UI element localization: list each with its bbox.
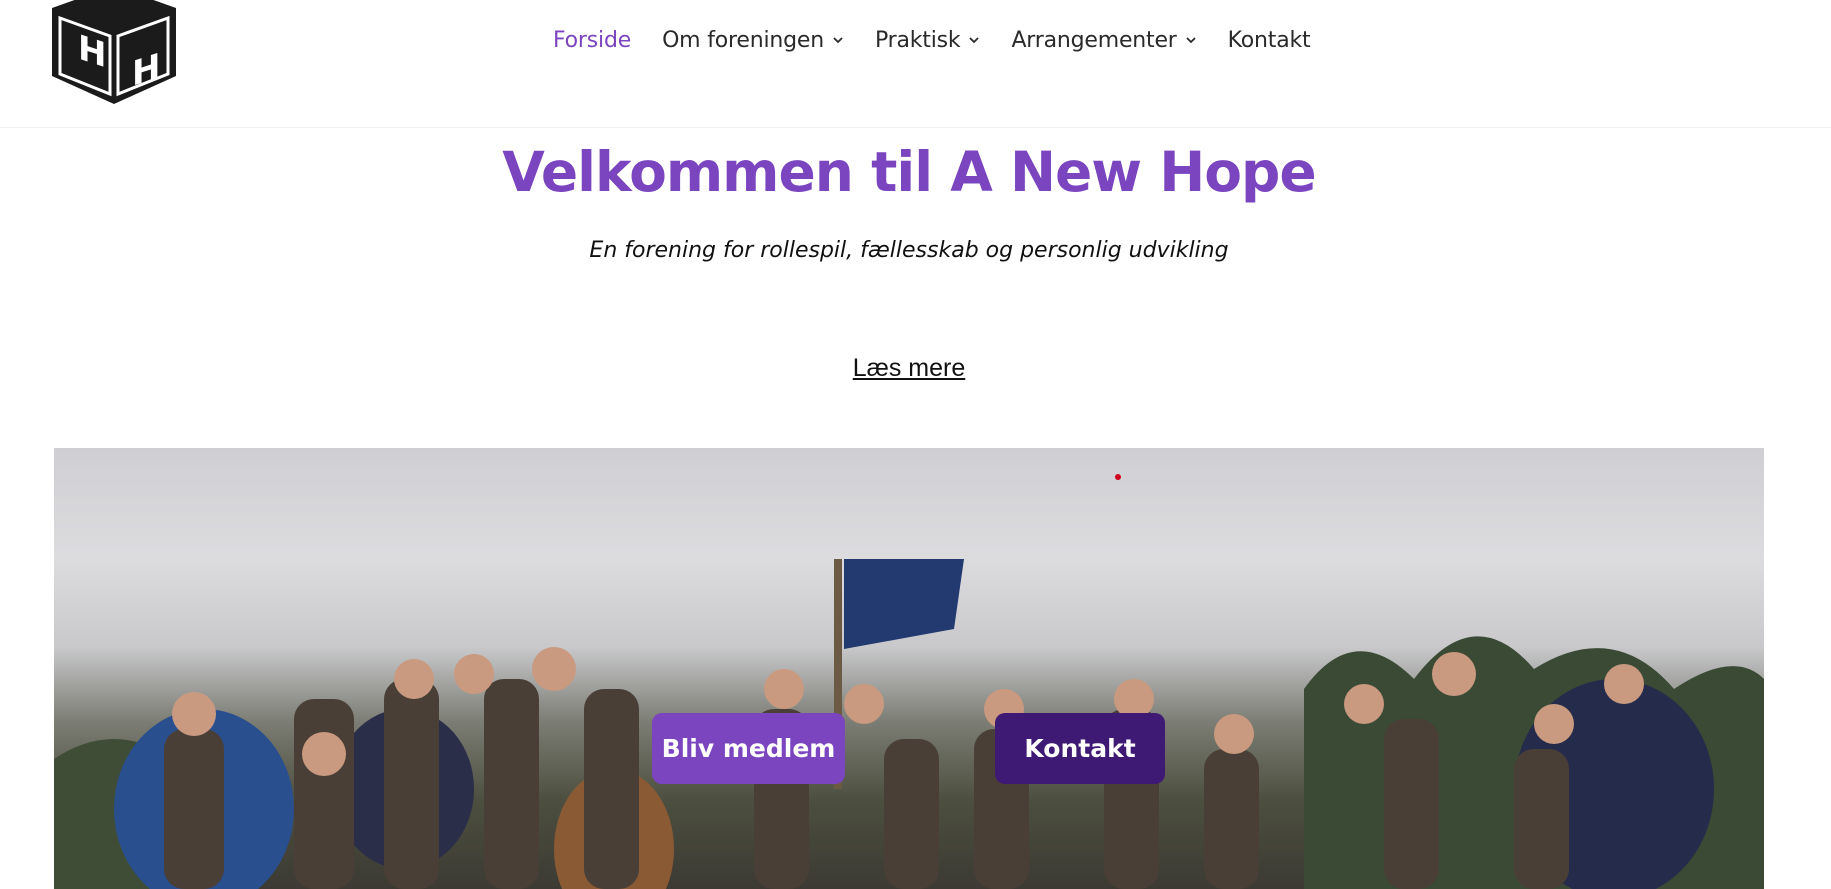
main-nav: Forside Om foreningen Praktisk Arrangeme… bbox=[553, 22, 1311, 58]
page-subtitle: En forening for rollespil, fællesskab og… bbox=[589, 238, 1229, 263]
nav-item-arrangementer[interactable]: Arrangementer bbox=[1011, 28, 1196, 53]
nav-item-om-foreningen[interactable]: Om foreningen bbox=[662, 28, 844, 53]
status-dot bbox=[1115, 474, 1121, 480]
nav-item-label: Praktisk bbox=[874, 27, 961, 53]
nav-item-praktisk[interactable]: Praktisk bbox=[875, 28, 981, 53]
svg-text:H: H bbox=[132, 47, 160, 95]
nav-item-forside[interactable]: Forside bbox=[553, 28, 631, 53]
group-photo-scenery bbox=[54, 559, 1764, 889]
site-header: H H Forside Om foreningen Praktisk Arran… bbox=[0, 0, 1831, 128]
chevron-down-icon bbox=[833, 37, 843, 44]
read-more-link[interactable]: Læs mere bbox=[853, 354, 966, 382]
group-photo-image bbox=[54, 448, 1764, 889]
contact-button[interactable]: Kontakt bbox=[995, 713, 1165, 784]
join-button[interactable]: Bliv medlem bbox=[652, 713, 845, 784]
nav-item-label: Om foreningen bbox=[662, 27, 824, 53]
cube-logo-icon[interactable]: H H bbox=[52, 0, 176, 104]
chevron-down-icon bbox=[969, 37, 980, 44]
chevron-down-icon bbox=[1186, 37, 1196, 44]
nav-item-kontakt[interactable]: Kontakt bbox=[1228, 28, 1311, 53]
read-more-container: Læs mere bbox=[0, 354, 1818, 383]
nav-item-label: Forside bbox=[553, 27, 632, 53]
nav-item-label: Kontakt bbox=[1227, 27, 1311, 53]
page-title: Velkommen til A New Hope bbox=[502, 140, 1316, 204]
nav-item-label: Arrangementer bbox=[1011, 27, 1177, 53]
